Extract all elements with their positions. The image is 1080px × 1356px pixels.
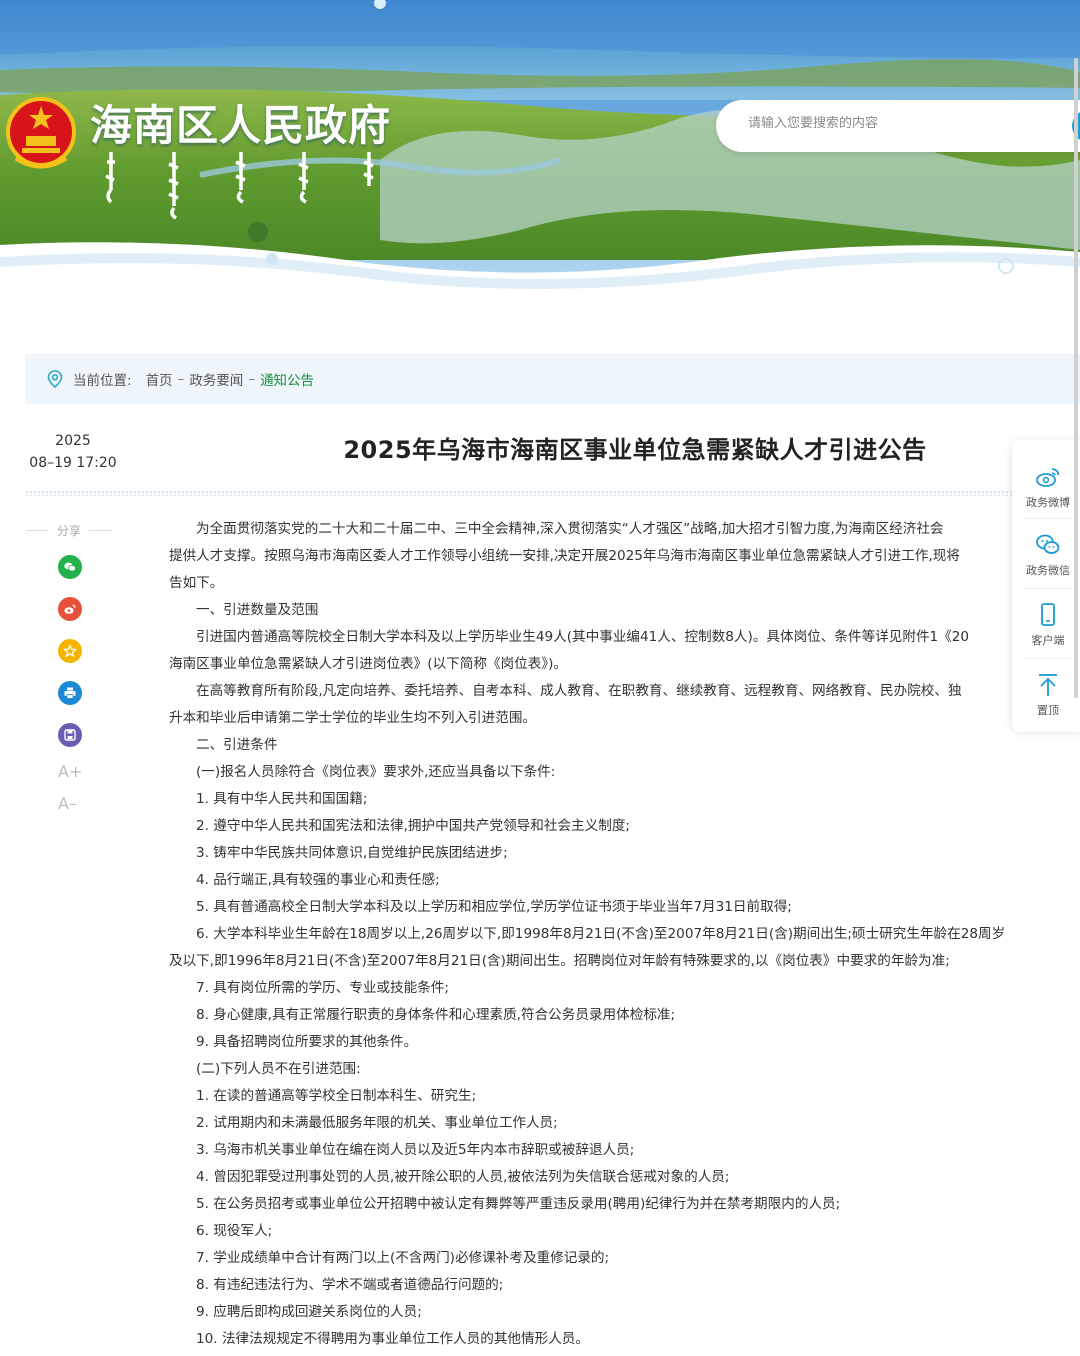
weibo-icon xyxy=(1036,468,1060,487)
paragraph: 海南区事业单位急需紧缺人才引进岗位表》(以下简称《岗位表》)。 xyxy=(169,656,568,672)
dotted-divider xyxy=(25,490,1015,496)
favorite-button[interactable] xyxy=(58,639,82,663)
list-item: 及以下,即1996年8月21日(不含)至2007年8月21日(含)期间出生。招聘… xyxy=(169,953,950,969)
list-item: 3. 铸牢中华民族共同体意识,自觉维护民族团结进步; xyxy=(196,845,508,861)
national-emblem-icon xyxy=(6,97,76,169)
paragraph: 为全面贯彻落实党的二十大和二十届二中、三中全会精神,深入贯彻落实“人才强区”战略… xyxy=(196,521,944,537)
breadcrumb-current-link[interactable]: 通知公告 xyxy=(260,369,314,389)
article-date-time: 08–19 17:20 xyxy=(29,455,117,471)
list-item: 9. 具备招聘岗位所要求的其他条件。 xyxy=(196,1034,418,1050)
list-item: 2. 试用期内和未满最低服务年限的机关、事业单位工作人员; xyxy=(196,1115,558,1131)
section-heading: 一、引进数量及范围 xyxy=(196,602,319,618)
mongolian-script-glyph xyxy=(235,152,246,204)
save-button[interactable] xyxy=(58,723,82,747)
search-box[interactable] xyxy=(716,100,1080,152)
article-date: 2025 08–19 17:20 xyxy=(28,430,118,474)
subsection-heading: (一)报名人员除符合《岗位表》要求外,还应当具备以下条件: xyxy=(196,764,556,780)
list-item: 10. 法律法规规定不得聘用为事业单位工作人员的其他情形人员。 xyxy=(196,1331,589,1347)
sidebar-divider xyxy=(1024,658,1072,659)
list-item: 8. 身心健康,具有正常履行职责的身体条件和心理素质,符合公务员录用体检标准; xyxy=(196,1007,676,1023)
breadcrumb-label: 当前位置: xyxy=(73,373,132,389)
breadcrumb: 当前位置: 首页 – 政务要闻 – 通知公告 xyxy=(25,354,1080,404)
list-item: 7. 具有岗位所需的学历、专业或技能条件; xyxy=(196,980,449,996)
list-item: 3. 乌海市机关事业单位在编在岗人员以及近5年内本市辞职或被辞退人员; xyxy=(196,1142,635,1158)
header-banner: 海南区人民政府 xyxy=(0,0,1080,330)
list-item: 7. 学业成绩单中合计有两门以上(不含两门)必修课补考及重修记录的; xyxy=(196,1250,610,1266)
sidebar-item-label: 客户端 xyxy=(1031,634,1065,647)
sidebar-item-weibo[interactable]: 政务微博 xyxy=(1012,464,1080,510)
paragraph: 引进国内普通高等院校全日制大学本科及以上学历毕业生49人(其中事业编41人、控制… xyxy=(196,629,970,645)
list-item: 6. 大学本科毕业生年龄在18周岁以上,26周岁以下,即1998年8月21日(不… xyxy=(196,926,1006,942)
breadcrumb-separator: – xyxy=(177,371,185,387)
sidebar-item-label: 政务微信 xyxy=(1026,564,1070,577)
list-item: 1. 具有中华人民共和国国籍; xyxy=(196,791,368,807)
list-item: 9. 应聘后即构成回避关系岗位的人员; xyxy=(196,1304,422,1320)
section-heading: 二、引进条件 xyxy=(196,737,278,753)
paragraph: 升本和毕业后申请第二学士学位的毕业生均不列入引进范围。 xyxy=(169,710,537,726)
scrollbar[interactable] xyxy=(1074,58,1078,698)
subsection-heading: (二)下列人员不在引进范围: xyxy=(196,1061,361,1077)
list-item: 4. 品行端正,具有较强的事业心和责任感; xyxy=(196,872,440,888)
wechat-icon xyxy=(64,562,76,572)
paragraph: 在高等教育所有阶段,凡定向培养、委托培养、自考本科、成人教育、在职教育、继续教育… xyxy=(196,683,962,699)
sidebar-divider xyxy=(1024,518,1072,519)
list-item: 1. 在读的普通高等学校全日制本科生、研究生; xyxy=(196,1088,477,1104)
sidebar-item-wechat[interactable]: 政务微信 xyxy=(1012,532,1080,578)
breadcrumb-separator: – xyxy=(248,371,256,387)
back-to-top-icon xyxy=(1039,674,1057,696)
mobile-icon xyxy=(1041,603,1055,626)
paragraph: 告如下。 xyxy=(169,575,224,591)
article-title: 2025年乌海市海南区事业单位急需紧缺人才引进公告 xyxy=(343,436,927,464)
font-smaller-button[interactable]: A– xyxy=(58,794,77,813)
search-input[interactable] xyxy=(748,116,1048,131)
weibo-icon xyxy=(64,604,76,614)
print-button[interactable] xyxy=(58,681,82,705)
mongolian-script-glyph xyxy=(298,152,309,204)
banner-landscape-image xyxy=(0,0,1080,330)
save-icon xyxy=(64,729,76,741)
breadcrumb-news-link[interactable]: 政务要闻 xyxy=(189,369,243,389)
favorite-icon xyxy=(63,644,77,658)
mongolian-script-glyph xyxy=(105,152,115,204)
article-date-year: 2025 xyxy=(55,433,91,449)
breadcrumb-home-link[interactable]: 首页 xyxy=(146,369,173,389)
floating-toolbar: 政务微博 政务微信 客户端 置顶 xyxy=(1012,440,1080,732)
site-title[interactable]: 海南区人民政府 xyxy=(90,92,391,153)
sidebar-divider xyxy=(1024,588,1072,589)
weibo-share-button[interactable] xyxy=(58,597,82,621)
list-item: 5. 在公务员招考或事业单位公开招聘中被认定有舞弊等严重违反录用(聘用)纪律行为… xyxy=(196,1196,841,1212)
list-item: 8. 有违纪违法行为、学术不端或者道德品行问题的; xyxy=(196,1277,504,1293)
paragraph: 提供人才支撑。按照乌海市海南区委人才工作领导小组统一安排,决定开展2025年乌海… xyxy=(169,548,960,564)
sidebar-item-app[interactable]: 客户端 xyxy=(1012,602,1080,648)
wechat-icon xyxy=(1036,534,1060,554)
list-item: 6. 现役军人; xyxy=(196,1223,273,1239)
print-icon xyxy=(64,687,76,699)
sidebar-item-top[interactable]: 置顶 xyxy=(1012,672,1080,718)
mongolian-script-glyph xyxy=(363,152,374,186)
list-item: 5. 具有普通高校全日制大学本科及以上学历和相应学位,学历学位证书须于毕业当年7… xyxy=(196,899,792,915)
wechat-share-button[interactable] xyxy=(58,555,82,579)
article-body: 为全面贯彻落实党的二十大和二十届二中、三中全会精神,深入贯彻落实“人才强区”战略… xyxy=(169,516,1080,1353)
list-item: 2. 遵守中华人民共和国宪法和法律,拥护中国共产党领导和社会主义制度; xyxy=(196,818,631,834)
location-pin-icon xyxy=(47,370,63,388)
sidebar-item-label: 政务微博 xyxy=(1026,496,1070,509)
font-larger-button[interactable]: A+ xyxy=(58,762,82,781)
list-item: 4. 曾因犯罪受过刑事处罚的人员,被开除公职的人员,被依法列为失信联合惩戒对象的… xyxy=(196,1169,730,1185)
share-label: 分享 xyxy=(26,522,112,539)
sidebar-item-label: 置顶 xyxy=(1037,704,1059,717)
mongolian-script-glyph xyxy=(168,152,179,220)
